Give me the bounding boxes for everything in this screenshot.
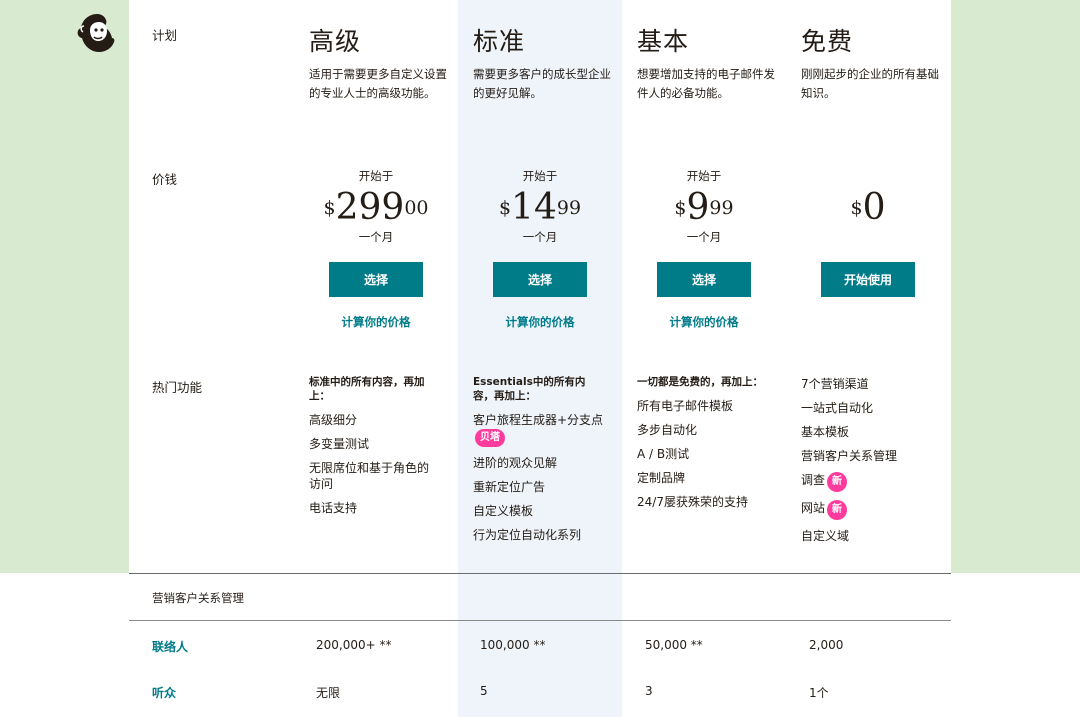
price-start-label: 开始于 — [686, 169, 722, 183]
standard-column-highlight — [458, 0, 622, 717]
calculate-price-link[interactable]: 计算你的价格 — [294, 314, 458, 330]
features-intro: 标准中的所有内容，再加上： — [309, 376, 425, 402]
row-label-features: 热门功能 — [152, 380, 203, 395]
currency-symbol: $ — [498, 197, 512, 219]
feature-item: 电话支持 — [309, 501, 358, 515]
contacts-value-free: 2,000 — [809, 638, 844, 652]
feature-list: 7个营销渠道 一站式自动化 基本模板 营销客户关系管理 调查新 网站新 自定义域 — [801, 376, 946, 552]
crm-section-title: 营销客户关系管理 — [152, 591, 244, 605]
feature-item: 7个营销渠道 — [801, 377, 869, 391]
audiences-value-premium: 无限 — [316, 686, 341, 700]
plan-title: 基本 — [637, 27, 690, 56]
audiences-label[interactable]: 听众 — [152, 684, 176, 701]
price-amount: $0 — [786, 188, 950, 234]
price-start-label: 开始于 — [522, 169, 558, 183]
feature-item: 调查新 — [801, 472, 946, 492]
plan-description: 刚刚起步的企业的所有基础知识。 — [801, 67, 939, 100]
feature-item: 多变量测试 — [309, 437, 370, 451]
price-cents: 99 — [556, 197, 582, 219]
contacts-value-essentials: 50,000 ** — [645, 638, 703, 652]
new-badge: 新 — [827, 500, 848, 520]
section-divider — [129, 573, 951, 574]
plan-title: 高级 — [309, 27, 362, 56]
select-standard-button[interactable]: 选择 — [493, 262, 587, 297]
start-free-button[interactable]: 开始使用 — [821, 262, 915, 297]
feature-item: 自定义域 — [801, 529, 850, 543]
feature-item: 客户旅程生成器+分支点 贝塔 — [473, 412, 618, 447]
contacts-label[interactable]: 联络人 — [152, 638, 188, 655]
calculate-price-link[interactable]: 计算你的价格 — [622, 314, 786, 330]
currency-symbol: $ — [850, 197, 863, 219]
plan-description: 需要更多客户的成长型企业的更好见解。 — [473, 67, 611, 100]
feature-item: 无限席位和基于角色的访问 — [309, 461, 430, 491]
new-badge: 新 — [827, 472, 848, 492]
feature-item: 重新定位广告 — [473, 480, 546, 494]
feature-item: 基本模板 — [801, 425, 850, 439]
price-period: 一个月 — [686, 230, 722, 244]
feature-item: 网站新 — [801, 500, 946, 520]
plan-title: 免费 — [801, 27, 854, 56]
feature-item: 高级细分 — [309, 413, 358, 427]
table-divider — [129, 620, 951, 621]
plan-description: 想要增加支持的电子邮件发件人的必备功能。 — [637, 67, 775, 100]
price-main: 299 — [335, 187, 405, 228]
feature-item: 多步自动化 — [637, 423, 698, 437]
price-main: 14 — [511, 187, 557, 228]
price-cents: 99 — [709, 197, 734, 219]
feature-item: 营销客户关系管理 — [801, 449, 898, 463]
contacts-value-standard: 100,000 ** — [480, 638, 546, 652]
feature-item: 自定义模板 — [473, 504, 534, 518]
features-intro: Essentials中的所有内容，再加上： — [473, 376, 586, 402]
audiences-value-standard: 5 — [480, 684, 488, 698]
price-amount: $999 — [622, 188, 786, 234]
feature-item: 行为定位自动化系列 — [473, 528, 582, 542]
price-start-label: 开始于 — [358, 169, 394, 183]
price-period: 一个月 — [522, 230, 558, 244]
row-label-price: 价钱 — [152, 172, 178, 187]
price-amount: $1499 — [458, 188, 622, 234]
plan-title: 标准 — [473, 27, 526, 56]
feature-item: 进阶的观众见解 — [473, 456, 558, 470]
beta-badge: 贝塔 — [475, 429, 505, 447]
price-main: 9 — [686, 187, 710, 228]
currency-symbol: $ — [323, 197, 336, 219]
contacts-value-premium: 200,000+ ** — [316, 638, 392, 652]
audiences-value-essentials: 3 — [645, 684, 653, 698]
price-amount: $29900 — [294, 188, 458, 234]
feature-list: 所有电子邮件模板 多步自动化 A / B测试 定制品牌 24/7屡获殊荣的支持 — [637, 398, 782, 518]
feature-item: 一站式自动化 — [801, 401, 874, 415]
feature-item: 24/7屡获殊荣的支持 — [637, 495, 748, 509]
calculate-price-link[interactable]: 计算你的价格 — [458, 314, 622, 330]
feature-item: A / B测试 — [637, 447, 690, 461]
feature-item: 定制品牌 — [637, 471, 686, 485]
currency-symbol: $ — [674, 197, 687, 219]
select-essentials-button[interactable]: 选择 — [657, 262, 751, 297]
plan-description: 适用于需要更多自定义设置的专业人士的高级功能。 — [309, 67, 447, 100]
price-cents: 00 — [404, 197, 429, 219]
row-label-plan: 计划 — [152, 28, 178, 43]
feature-item: 所有电子邮件模板 — [637, 399, 734, 413]
audiences-value-free: 1个 — [809, 686, 829, 700]
feature-list: 客户旅程生成器+分支点 贝塔 进阶的观众见解 重新定位广告 自定义模板 行为定位自… — [473, 412, 618, 551]
price-period: 一个月 — [358, 230, 394, 244]
features-intro: 一切都是免费的，再加上： — [637, 376, 763, 388]
select-premium-button[interactable]: 选择 — [329, 262, 423, 297]
feature-list: 高级细分 多变量测试 无限席位和基于角色的访问 电话支持 — [309, 412, 439, 524]
freddie-logo-icon[interactable] — [77, 12, 117, 54]
price-main: 0 — [862, 187, 886, 228]
